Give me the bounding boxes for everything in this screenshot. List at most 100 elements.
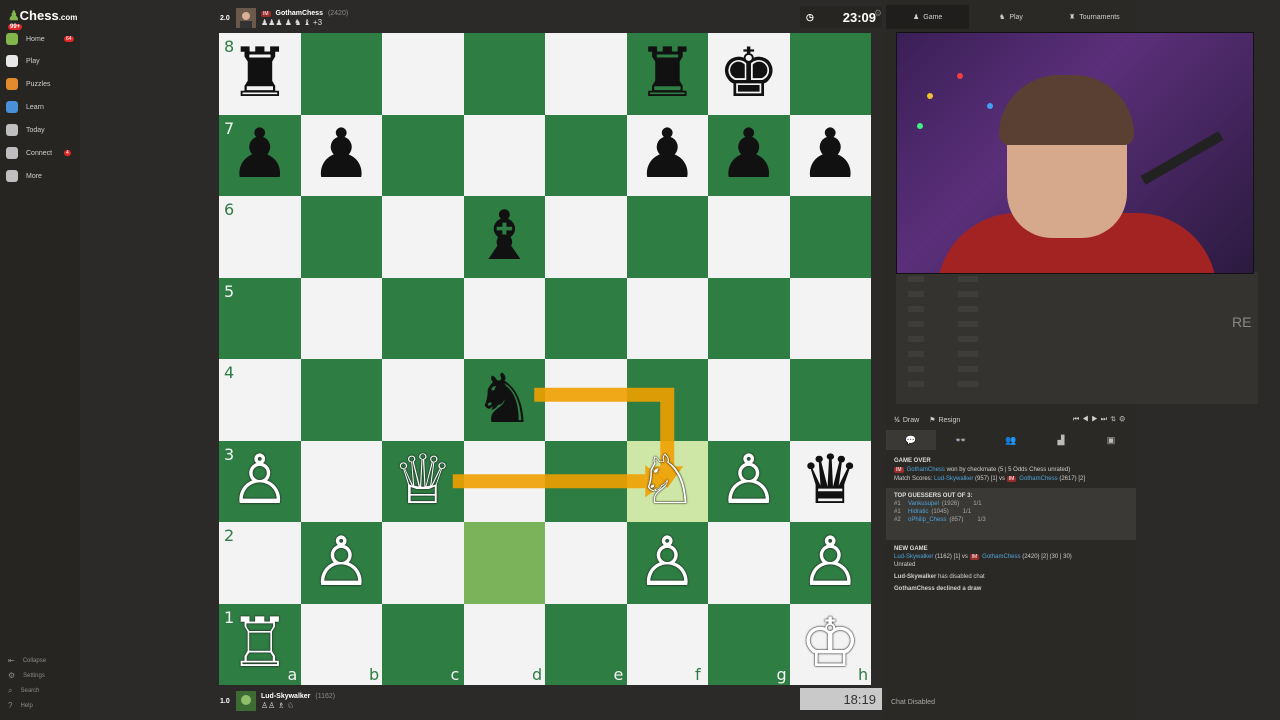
square-e8[interactable] [545,33,627,115]
white-piece-g3[interactable]: ♙ [708,441,790,523]
player-name[interactable]: Lud-Skywalker [261,693,310,700]
square-e3[interactable] [545,440,627,522]
square-b4[interactable] [300,359,382,441]
sidebar-settings[interactable]: ⚙ Settings [8,671,45,680]
spectators-icon[interactable]: 👓 [936,430,986,450]
player-avatar[interactable] [236,691,256,711]
white-piece-h2[interactable]: ♙ [790,522,872,604]
square-b6[interactable] [300,196,382,278]
square-h4[interactable] [789,359,871,441]
file-label: f [695,665,701,684]
square-f6[interactable] [626,196,708,278]
square-e5[interactable] [545,277,627,359]
players-icon[interactable]: 👥 [986,430,1036,450]
square-c5[interactable] [382,277,464,359]
tab-play[interactable]: ♞ Play [969,5,1052,29]
white-piece-f2[interactable]: ♙ [627,522,709,604]
guesser-name[interactable]: Hidratic [908,509,928,515]
black-piece-b7[interactable]: ♟ [301,115,383,197]
player-avatar[interactable] [236,8,256,28]
square-e7[interactable] [545,114,627,196]
sidebar-item-puzzles[interactable]: Puzzles [6,75,51,93]
black-piece-h7[interactable]: ♟ [790,115,872,197]
square-b5[interactable] [300,277,382,359]
square-d2[interactable] [463,522,545,604]
square-h8[interactable] [789,33,871,115]
black-piece-a7[interactable]: ♟ [219,115,301,197]
sidebar-item-home[interactable]: Home 64 [6,30,74,48]
guesser-name[interactable]: oPhilip_Chess [908,517,946,523]
first-move-icon[interactable]: ⏮ [1073,416,1082,423]
sidebar-help[interactable]: ? Help [8,701,33,710]
sidebar-item-play[interactable]: Play [6,52,40,70]
player-link[interactable]: GothamChess [982,554,1020,560]
black-piece-a8[interactable]: ♜ [219,33,301,115]
tab-tournaments[interactable]: ♜ Tournaments [1053,5,1136,29]
gear-icon[interactable]: ⚙ [874,8,882,19]
tab-game[interactable]: ♟ Game [886,5,970,29]
player-link[interactable]: GothamChess [1019,476,1057,482]
black-piece-d4[interactable]: ♞ [464,359,546,441]
square-e6[interactable] [545,196,627,278]
square-g5[interactable] [708,277,790,359]
chess-board[interactable]: 87654321abcdefgh ♜ ♜ ♚ ♟ ♟ ♟ ♟ ♟ ♝ ♞ ♛ ♙ ♕ ♘ ♙ ♙ ♙ ♙ ♖ ♔ [219,33,871,685]
white-piece-a1[interactable]: ♖ [219,604,301,686]
square-c4[interactable] [382,359,464,441]
square-g6[interactable] [708,196,790,278]
white-piece-b2[interactable]: ♙ [301,522,383,604]
square-d7[interactable] [463,114,545,196]
last-move-icon[interactable]: ⏭ [1101,416,1110,423]
square-b3[interactable] [300,440,382,522]
black-piece-h3[interactable]: ♛ [790,441,872,523]
settings-icon[interactable]: ⚙ [1119,416,1128,423]
white-piece-h1[interactable]: ♔ [790,604,872,686]
white-piece-c3[interactable]: ♕ [382,441,464,523]
sidebar-item-today[interactable]: Today [6,121,45,139]
white-piece-f3[interactable]: ♘ [627,441,709,523]
square-f4[interactable] [626,359,708,441]
guesser-name[interactable]: Vankusupel [908,501,939,507]
black-piece-g8[interactable]: ♚ [708,33,790,115]
square-e4[interactable] [545,359,627,441]
square-g4[interactable] [708,359,790,441]
square-e2[interactable] [545,522,627,604]
draw-button[interactable]: Draw [903,417,919,424]
new-game-mid: (1162) [1] vs [933,554,970,560]
white-piece-a3[interactable]: ♙ [219,441,301,523]
guesser-row: #1 Vankusupel (1926) 1/1 [894,501,1130,507]
black-piece-d6[interactable]: ♝ [464,196,546,278]
sidebar-item-connect[interactable]: Connect 4 [6,144,71,162]
square-d3[interactable] [463,440,545,522]
tv-icon[interactable]: ▣ [1086,430,1136,450]
square-d8[interactable] [463,33,545,115]
square-h6[interactable] [789,196,871,278]
square-f5[interactable] [626,277,708,359]
sidebar-search[interactable]: ⌕ Search [8,686,40,696]
game-tab-icon: ♟ [912,14,920,21]
black-piece-g7[interactable]: ♟ [708,115,790,197]
winner-link[interactable]: GothamChess [907,467,945,473]
standings-icon[interactable]: ▟ [1036,430,1086,450]
player-link[interactable]: Lud-Skywalker [934,476,973,482]
next-move-icon[interactable]: ▶ [1091,416,1100,423]
black-piece-f7[interactable]: ♟ [627,115,709,197]
square-c8[interactable] [382,33,464,115]
player-link[interactable]: Lud-Skywalker [894,554,933,560]
chat-icon[interactable]: 💬 [886,430,936,450]
flip-board-icon[interactable]: ⇅ [1110,416,1119,423]
sidebar-item-learn[interactable]: Learn [6,98,44,116]
square-c6[interactable] [382,196,464,278]
square-c7[interactable] [382,114,464,196]
square-c2[interactable] [382,522,464,604]
guesser-score: 1/1 [962,509,972,515]
square-g2[interactable] [708,522,790,604]
resign-button[interactable]: Resign [938,417,960,424]
sidebar-item-more[interactable]: More [6,167,42,185]
black-piece-f8[interactable]: ♜ [627,33,709,115]
square-d5[interactable] [463,277,545,359]
square-b8[interactable] [300,33,382,115]
sidebar-collapse[interactable]: ⇤ Collapse [8,656,46,665]
square-h5[interactable] [789,277,871,359]
player-name[interactable]: GothamChess [276,10,323,17]
captured-pieces: ♟♟♟ ♟ ♞ ♝ +3 [261,17,323,27]
